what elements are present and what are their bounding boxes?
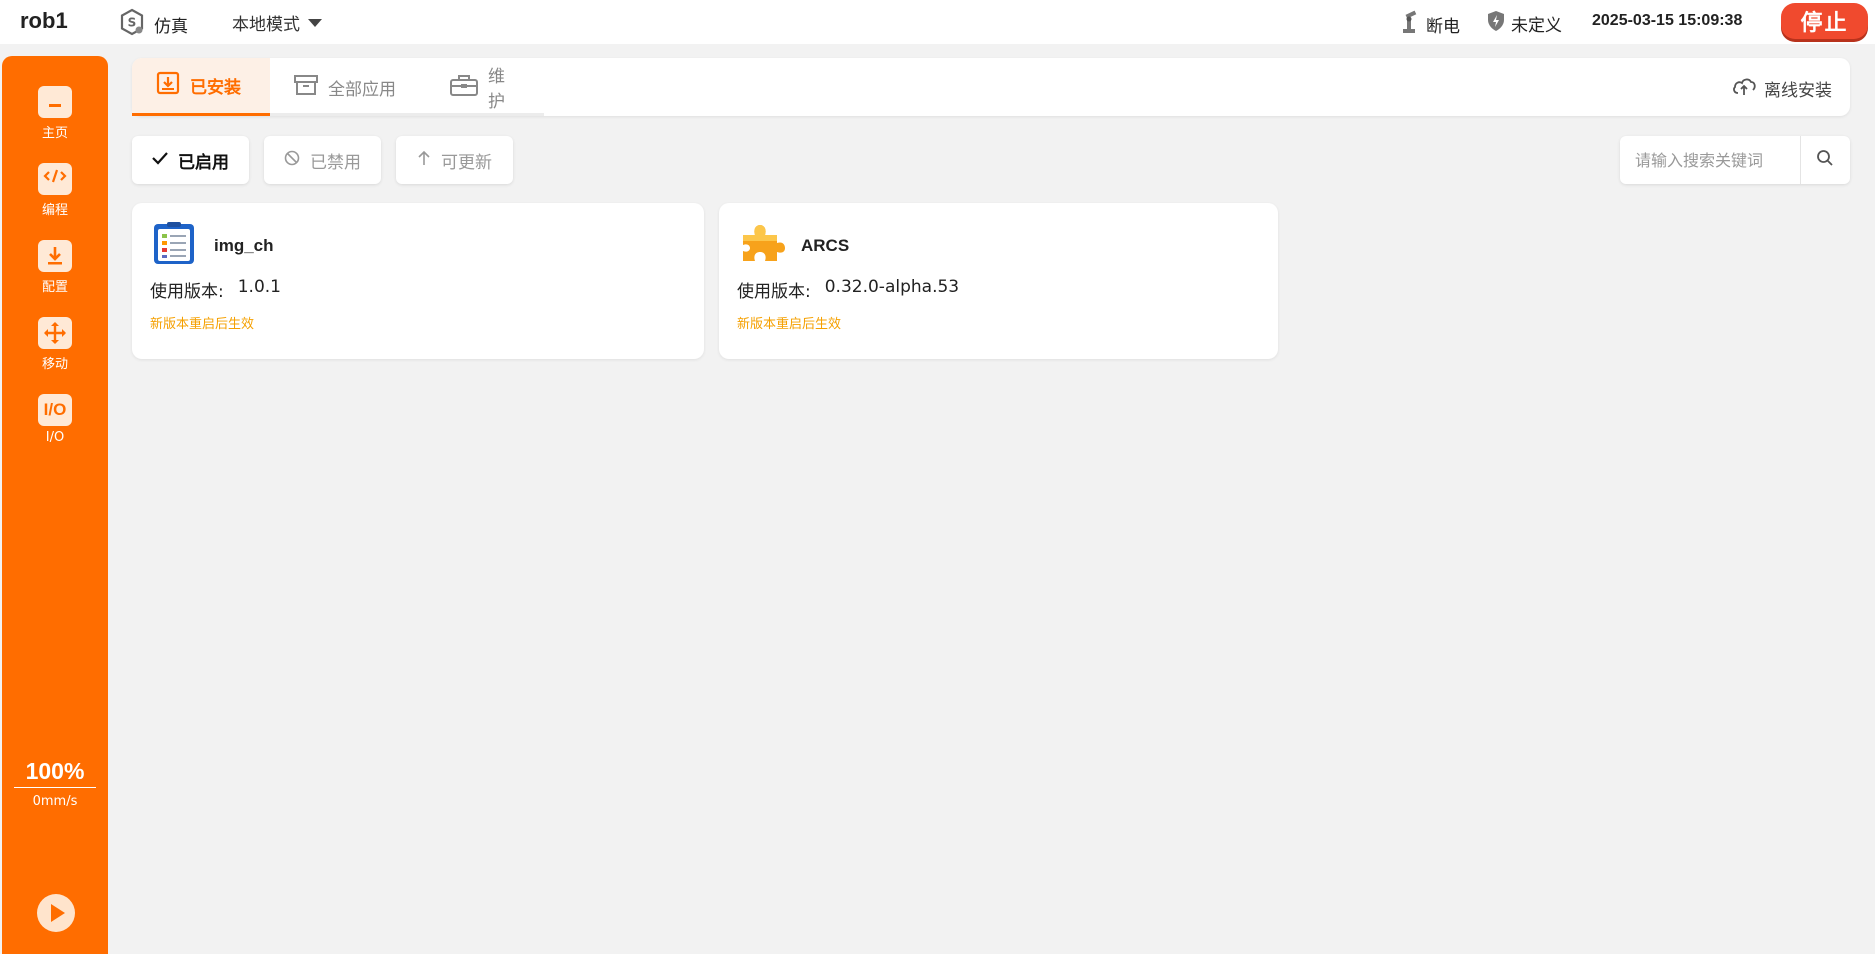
- filter-enabled-button[interactable]: 已启用: [132, 136, 249, 184]
- io-icon: I/O: [38, 394, 72, 426]
- sidebar-item-label: 移动: [41, 357, 68, 372]
- app-name: ARCS: [801, 236, 850, 255]
- app-card-img-ch[interactable]: img_ch 使用版本: 1.0.1 新版本重启后生效: [132, 203, 704, 359]
- app-version-row: 使用版本: 1.0.1: [150, 277, 281, 302]
- power-label: 断电: [1426, 17, 1460, 37]
- tab-maintenance[interactable]: 维护: [426, 58, 544, 116]
- tab-bar: 已安装 全部应用 维护 离线安装: [132, 58, 1850, 116]
- check-icon: [152, 150, 168, 170]
- simulation-label: 仿真: [154, 17, 188, 37]
- sidebar-item-home[interactable]: 主页: [2, 86, 108, 141]
- speed-percent: 100%: [25, 758, 85, 784]
- sidebar-item-io[interactable]: I/O I/O: [2, 394, 108, 445]
- filter-updatable-button[interactable]: 可更新: [396, 136, 513, 184]
- version-label: 使用版本:: [737, 282, 811, 302]
- sidebar: 主页 编程 配置 移动 I/O I/O 100% 0mm/s: [2, 56, 108, 954]
- offline-install-label: 离线安装: [1764, 81, 1832, 101]
- clipboard-icon: [152, 221, 196, 265]
- filter-label: 已启用: [178, 152, 229, 173]
- mode-label: 本地模式: [232, 15, 300, 35]
- search-box: [1620, 136, 1850, 184]
- speed-divider: [14, 787, 96, 788]
- puzzle-icon: [739, 221, 785, 265]
- offline-install-button[interactable]: 离线安装: [1732, 76, 1832, 101]
- filter-label: 已禁用: [310, 152, 361, 173]
- svg-text:S: S: [128, 16, 137, 30]
- robot-name: rob1: [20, 8, 68, 33]
- play-button[interactable]: [37, 894, 75, 932]
- version-value: 1.0.1: [237, 277, 281, 297]
- code-icon: [38, 163, 72, 195]
- cloud-upload-icon: [1732, 76, 1756, 101]
- speed-value: 0mm/s: [32, 794, 78, 809]
- search-button[interactable]: [1801, 136, 1849, 184]
- app-name: img_ch: [214, 236, 274, 255]
- shield-icon: [1487, 10, 1505, 37]
- version-label: 使用版本:: [150, 282, 224, 302]
- ban-icon: [284, 150, 300, 171]
- filter-label: 可更新: [441, 152, 492, 173]
- move-icon: [38, 317, 72, 349]
- tab-label: 已安装: [190, 78, 241, 98]
- sidebar-item-label: I/O: [45, 430, 65, 445]
- simulation-icon: S: [118, 8, 146, 41]
- tab-all-apps[interactable]: 全部应用: [270, 58, 426, 116]
- safety-label: 未定义: [1511, 16, 1562, 36]
- installed-icon: [156, 71, 180, 100]
- mode-dropdown[interactable]: 本地模式: [232, 10, 322, 35]
- sidebar-item-label: 编程: [41, 203, 68, 218]
- search-icon: [1816, 149, 1834, 171]
- app-card-arcs[interactable]: ARCS 使用版本: 0.32.0-alpha.53 新版本重启后生效: [719, 203, 1278, 359]
- sidebar-item-label: 配置: [41, 280, 68, 295]
- config-icon: [38, 240, 72, 272]
- speed-indicator[interactable]: 100% 0mm/s: [14, 758, 96, 809]
- version-value: 0.32.0-alpha.53: [824, 277, 960, 297]
- toolbox-icon: [450, 74, 478, 101]
- play-icon: [51, 904, 65, 922]
- app-note: 新版本重启后生效: [150, 317, 255, 332]
- stop-button[interactable]: 停止: [1781, 3, 1868, 39]
- datetime-display: 2025-03-15 15:09:38: [1592, 12, 1743, 29]
- filter-disabled-button[interactable]: 已禁用: [264, 136, 381, 184]
- sidebar-item-move[interactable]: 移动: [2, 317, 108, 372]
- chevron-down-icon: [308, 18, 322, 27]
- arrow-up-icon: [417, 150, 431, 171]
- tab-installed[interactable]: 已安装: [132, 58, 270, 116]
- sidebar-item-config[interactable]: 配置: [2, 240, 108, 295]
- sidebar-item-programming[interactable]: 编程: [2, 163, 108, 218]
- safety-status[interactable]: 未定义: [1487, 10, 1562, 37]
- sidebar-item-label: 主页: [41, 126, 68, 141]
- power-status[interactable]: 断电: [1400, 10, 1460, 39]
- home-icon: [38, 86, 72, 118]
- app-note: 新版本重启后生效: [737, 317, 842, 332]
- robot-arm-icon: [1400, 10, 1420, 39]
- app-version-row: 使用版本: 0.32.0-alpha.53: [737, 277, 959, 302]
- top-bar: rob1 S 仿真 本地模式 断电 未定义 2025-03-15 15:09:3…: [0, 0, 1875, 44]
- store-icon: [294, 74, 318, 101]
- simulation-indicator[interactable]: S 仿真: [118, 8, 188, 41]
- tab-label: 全部应用: [328, 79, 396, 100]
- search-input[interactable]: [1620, 137, 1800, 183]
- tab-label: 维护: [488, 67, 505, 112]
